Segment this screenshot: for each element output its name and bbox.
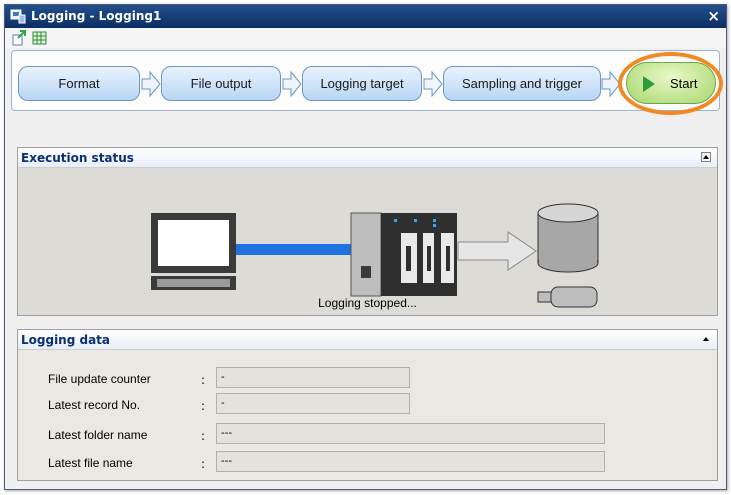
latest-folder-name-label: Latest folder name [48,428,148,442]
logging-status-text: Logging stopped... [318,296,417,310]
toolbar [5,28,726,48]
import-arrow-icon[interactable] [11,30,28,46]
arrow-right-icon [141,70,161,98]
plc-controller-icon [350,212,457,297]
title-bar: Logging - Logging1 × [5,5,726,28]
start-label: Start [670,76,698,91]
collapse-icon[interactable] [701,152,711,162]
step-file-output-label: File output [190,76,252,91]
arrow-right-icon [282,70,302,98]
logging-data-title: Logging data [21,333,111,347]
computer-icon [151,213,236,290]
latest-file-name-label: Latest file name [48,456,133,470]
logging-app-icon [10,9,26,24]
logging-data-area: File update counter : - Latest record No… [18,350,717,480]
database-icon [537,203,599,273]
step-sampling-trigger-label: Sampling and trigger [462,76,582,91]
step-logging-target-button[interactable]: Logging target [302,66,422,101]
close-button[interactable]: × [707,7,720,25]
connection-line [236,244,353,255]
latest-record-no-label: Latest record No. [48,398,141,412]
execution-status-panel: Execution status Logging stopped... [17,147,718,316]
start-button[interactable]: Start [626,62,716,104]
latest-file-name-field: --- [216,451,605,472]
logging-setup-flow: Format File output Logging target Sampli… [11,50,723,115]
execution-status-header: Execution status [18,148,717,168]
logging-window: Logging - Logging1 × Format File output … [4,4,727,490]
logging-data-header: Logging data [18,330,717,350]
execution-status-area: Logging stopped... [18,168,717,315]
file-update-counter-field: - [216,367,410,388]
field-colon: : [201,429,206,443]
field-colon: : [201,457,206,471]
output-arrow-icon [457,231,537,271]
collapse-icon[interactable] [701,334,711,344]
latest-record-no-field: - [216,393,410,414]
step-sampling-trigger-button[interactable]: Sampling and trigger [443,66,601,101]
step-file-output-button[interactable]: File output [161,66,281,101]
logging-data-panel: Logging data File update counter : - Lat… [17,329,718,481]
step-format-label: Format [58,76,100,91]
play-icon [643,76,655,92]
execution-status-title: Execution status [21,151,134,165]
step-logging-target-label: Logging target [320,76,404,91]
field-colon: : [201,399,206,413]
arrow-right-icon [423,70,443,98]
file-update-counter-label: File update counter [48,372,151,386]
window-title: Logging - Logging1 [31,9,162,23]
latest-folder-name-field: --- [216,423,605,444]
logging-system-diagram [151,203,599,308]
field-colon: : [201,373,206,387]
step-format-button[interactable]: Format [18,66,140,101]
grid-table-icon[interactable] [31,30,48,46]
